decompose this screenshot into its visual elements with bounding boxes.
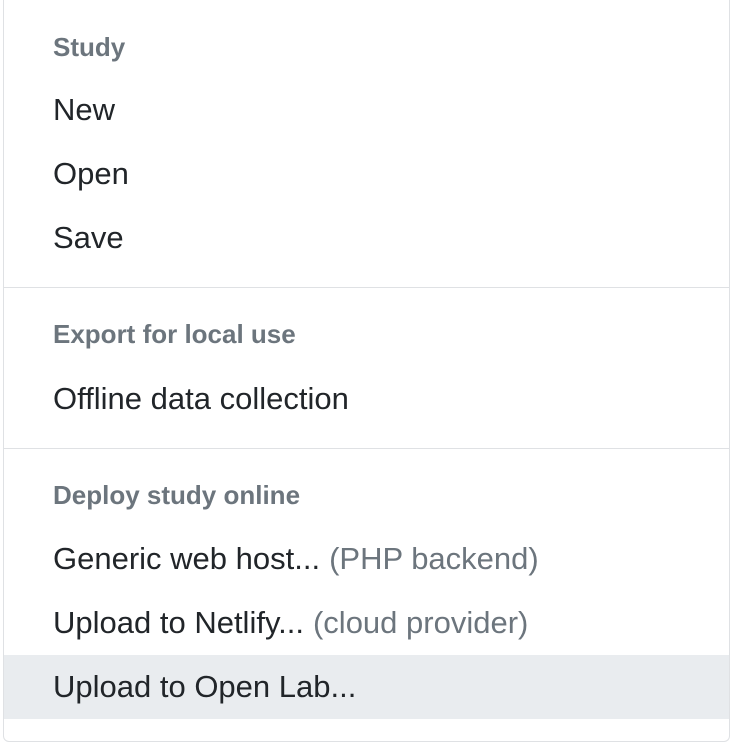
menu-item-offline-data-collection[interactable]: Offline data collection	[4, 367, 729, 431]
menu-section-export: Export for local use Offline data collec…	[4, 288, 729, 431]
menu-item-open[interactable]: Open	[4, 142, 729, 206]
menu-section-deploy: Deploy study online Generic web host... …	[4, 449, 729, 719]
menu-item-new[interactable]: New	[4, 78, 729, 142]
menu-item-label: Offline data collection	[53, 381, 349, 416]
menu-item-label: Generic web host...	[53, 541, 321, 576]
menu-item-upload-netlify[interactable]: Upload to Netlify... (cloud provider)	[4, 591, 729, 655]
dropdown-menu: Study New Open Save Export for local use…	[3, 0, 730, 742]
menu-section-header: Study	[53, 31, 126, 62]
menu-section-header: Export for local use	[53, 318, 296, 349]
menu-item-label: Save	[53, 220, 124, 255]
menu-item-label: Upload to Open Lab...	[53, 669, 357, 704]
menu-section-study: Study New Open Save	[4, 0, 729, 270]
menu-item-generic-web-host[interactable]: Generic web host... (PHP backend)	[4, 527, 729, 591]
menu-item-upload-open-lab[interactable]: Upload to Open Lab...	[4, 655, 729, 719]
menu-item-label: New	[53, 92, 116, 127]
menu-item-label: Open	[53, 156, 129, 191]
menu-item-save[interactable]: Save	[4, 206, 729, 270]
menu-item-hint: (PHP backend)	[329, 541, 539, 576]
menu-item-hint: (cloud provider)	[312, 605, 529, 640]
menu-section-header: Deploy study online	[53, 479, 301, 510]
menu-item-label: Upload to Netlify...	[53, 605, 304, 640]
